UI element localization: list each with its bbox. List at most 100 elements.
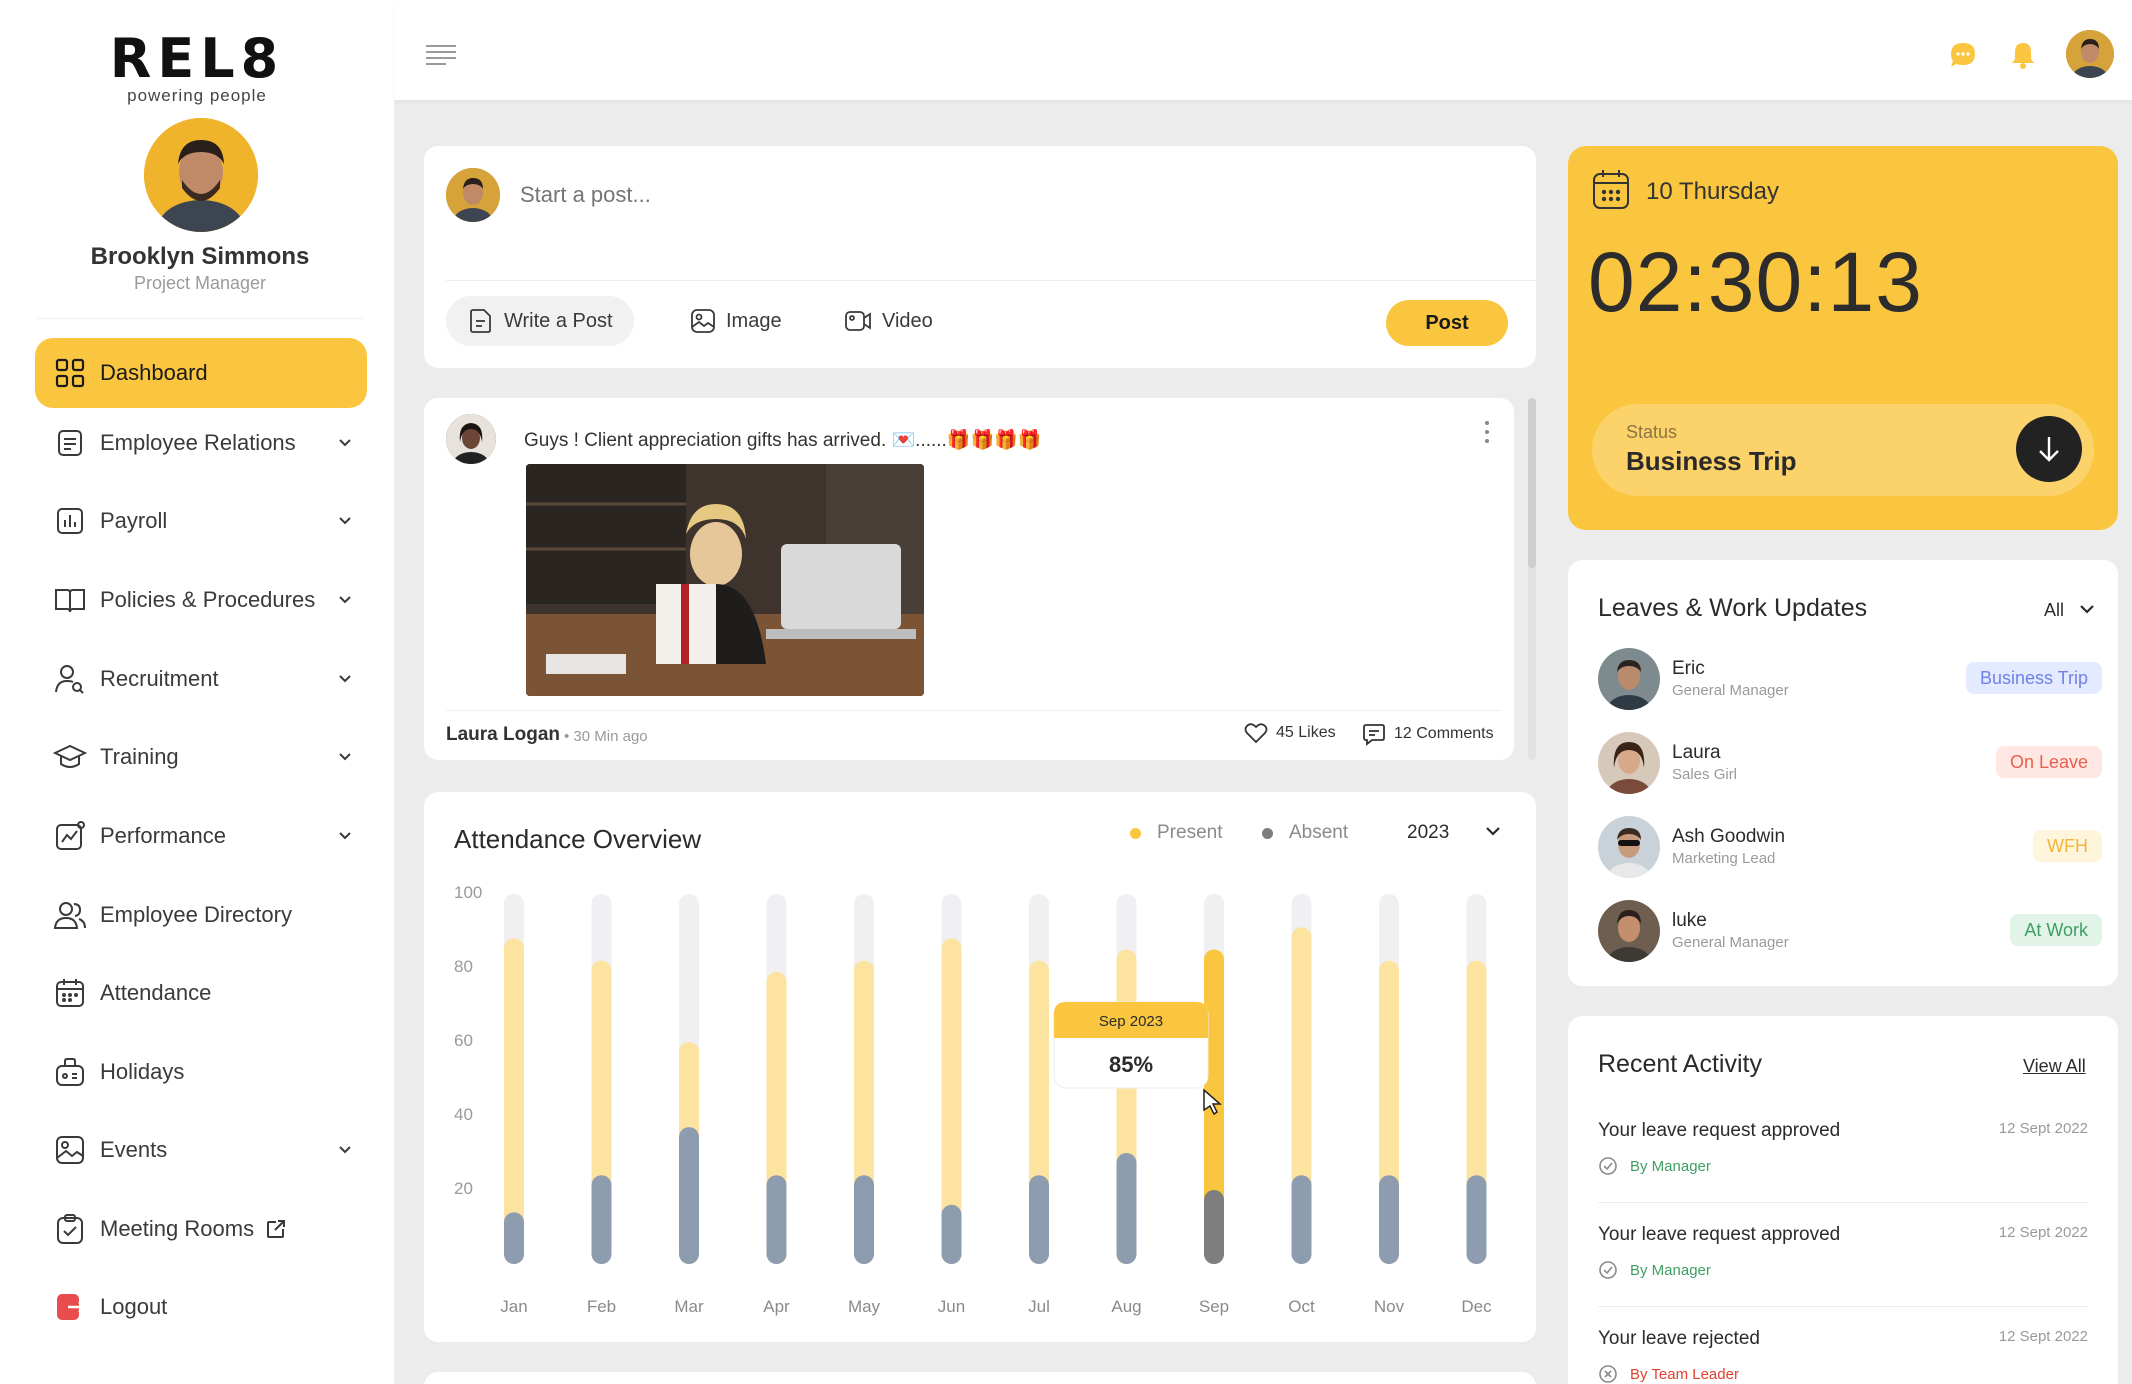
leave-row[interactable]: luke General Manager At Work bbox=[1598, 900, 2102, 964]
check-circle-icon bbox=[1599, 1261, 1617, 1279]
next-card bbox=[424, 1372, 1536, 1384]
avatar bbox=[1598, 732, 1660, 794]
comments-count: 12 Comments bbox=[1394, 725, 1494, 742]
sidebar: REL8 powering people Brooklyn Simmons Pr… bbox=[0, 0, 394, 1384]
book-icon bbox=[53, 583, 87, 617]
leave-row[interactable]: Eric General Manager Business Trip bbox=[1598, 648, 2102, 712]
chat-icon[interactable] bbox=[1948, 40, 1978, 70]
y-tick-label: 40 bbox=[454, 1105, 473, 1124]
employee-role: General Manager bbox=[1672, 934, 1789, 951]
leave-row[interactable]: Laura Sales Girl On Leave bbox=[1598, 732, 2102, 796]
activity-divider bbox=[1598, 1306, 2088, 1307]
post-image[interactable] bbox=[526, 464, 924, 696]
nav-item-holidays[interactable]: Holidays bbox=[35, 1037, 367, 1107]
nav-item-employee-relations[interactable]: Employee Relations bbox=[35, 408, 367, 478]
attendance-overview-card: Attendance Overview Present Absent 2023 … bbox=[424, 792, 1536, 1342]
luggage-icon bbox=[53, 1055, 87, 1089]
employee-role: General Manager bbox=[1672, 682, 1789, 699]
arrow-down-icon bbox=[2039, 437, 2059, 462]
chevron-down-icon bbox=[339, 753, 351, 761]
users-icon bbox=[53, 898, 87, 932]
nav-item-policies[interactable]: Policies & Procedures bbox=[35, 565, 367, 635]
profile-name: Brooklyn Simmons bbox=[90, 243, 310, 270]
clock-time: 02:30:13 bbox=[1588, 235, 1923, 329]
post-author-name[interactable]: Laura Logan bbox=[446, 724, 560, 746]
status-badge: At Work bbox=[2010, 914, 2102, 946]
composer-divider bbox=[446, 280, 1536, 281]
leaves-filter[interactable]: All bbox=[2044, 600, 2064, 621]
image-icon bbox=[53, 1133, 87, 1167]
brand-logo[interactable]: REL8 powering people bbox=[0, 30, 394, 106]
activity-item[interactable]: Your leave request approved 12 Sept 2022… bbox=[1598, 1120, 2088, 1210]
feed-scrollbar[interactable] bbox=[1528, 398, 1536, 760]
post-text: Guys ! Client appreciation gifts has arr… bbox=[524, 430, 1042, 451]
employee-role: Marketing Lead bbox=[1672, 850, 1776, 867]
avatar bbox=[1598, 816, 1660, 878]
nav-item-events[interactable]: Events bbox=[35, 1115, 367, 1185]
heart-icon bbox=[1244, 723, 1268, 744]
nav-item-logout[interactable]: Logout bbox=[35, 1272, 367, 1342]
post-button[interactable]: Post bbox=[1386, 300, 1508, 346]
write-post-button[interactable]: Write a Post bbox=[446, 296, 634, 346]
post-time-text: 30 Min ago bbox=[573, 728, 648, 745]
x-tick-label: Sep bbox=[1199, 1297, 1229, 1316]
bar-absent bbox=[1466, 1175, 1487, 1264]
employee-name: Laura bbox=[1672, 742, 1721, 763]
chart-tooltip: Sep 2023 85% bbox=[1053, 1001, 1222, 1116]
comments-button[interactable]: 12 Comments bbox=[1362, 722, 1494, 746]
x-tick-label: Jul bbox=[1028, 1297, 1050, 1316]
nav-label: Payroll bbox=[100, 508, 168, 533]
nav-item-recruitment[interactable]: Recruitment bbox=[35, 644, 367, 714]
menu-icon[interactable] bbox=[426, 44, 456, 66]
nav-item-performance[interactable]: Performance bbox=[35, 801, 367, 871]
bell-icon[interactable] bbox=[2008, 40, 2038, 70]
bar-absent bbox=[504, 1212, 524, 1264]
nav-item-employee-directory[interactable]: Employee Directory bbox=[35, 880, 367, 950]
more-options-icon[interactable] bbox=[1484, 420, 1490, 444]
nav-item-attendance[interactable]: Attendance bbox=[35, 958, 367, 1028]
nav-item-meeting-rooms[interactable]: Meeting Rooms bbox=[35, 1194, 367, 1264]
activity-item[interactable]: Your leave rejected 12 Sept 2022 By Team… bbox=[1598, 1328, 2088, 1384]
post-divider bbox=[446, 710, 1502, 711]
nav-label: Events bbox=[100, 1137, 168, 1162]
profile-avatar[interactable] bbox=[144, 118, 258, 232]
clipboard-check-icon bbox=[53, 1212, 87, 1246]
chevron-down-icon bbox=[339, 675, 351, 683]
bar-absent bbox=[854, 1175, 874, 1264]
nav-label: Performance bbox=[100, 823, 226, 848]
chevron-down-icon[interactable] bbox=[2078, 600, 2096, 618]
leave-row[interactable]: Ash Goodwin Marketing Lead WFH bbox=[1598, 816, 2102, 880]
bar-absent bbox=[1116, 1153, 1137, 1264]
nav-item-dashboard[interactable]: Dashboard bbox=[35, 338, 367, 408]
trend-chart-icon bbox=[53, 819, 87, 853]
nav-item-training[interactable]: Training bbox=[35, 722, 367, 792]
activity-item[interactable]: Your leave request approved 12 Sept 2022… bbox=[1598, 1224, 2088, 1314]
write-post-label: Write a Post bbox=[504, 309, 613, 332]
external-link-icon bbox=[267, 1220, 286, 1238]
activity-by: By Manager bbox=[1598, 1156, 1711, 1176]
image-button[interactable]: Image bbox=[690, 296, 782, 346]
likes-button[interactable]: 45 Likes bbox=[1244, 722, 1336, 744]
status-badge: Business Trip bbox=[1965, 662, 2102, 694]
status-value: Business Trip bbox=[1626, 446, 1797, 476]
status-dropdown-button[interactable] bbox=[2016, 416, 2082, 482]
sidebar-divider bbox=[36, 318, 364, 319]
post-input[interactable] bbox=[520, 182, 1420, 208]
activity-by-text: By Manager bbox=[1630, 1157, 1711, 1175]
activity-by-text: By Team Leader bbox=[1630, 1365, 1739, 1383]
top-bar bbox=[394, 0, 2132, 100]
dashboard-grid-icon bbox=[53, 356, 87, 390]
x-tick-label: Jun bbox=[938, 1297, 965, 1316]
image-label: Image bbox=[726, 309, 782, 332]
scrollbar-thumb[interactable] bbox=[1528, 398, 1536, 568]
post-author-avatar[interactable] bbox=[446, 414, 496, 464]
view-all-link[interactable]: View All bbox=[2023, 1056, 2086, 1077]
user-avatar[interactable] bbox=[2066, 30, 2114, 78]
activity-text: Your leave rejected bbox=[1598, 1328, 1760, 1349]
nav-label: Meeting Rooms bbox=[100, 1216, 255, 1241]
nav-label: Attendance bbox=[100, 980, 212, 1005]
tooltip-value: 85% bbox=[1109, 1052, 1153, 1077]
leaves-title: Leaves & Work Updates bbox=[1598, 594, 1868, 622]
nav-item-payroll[interactable]: Payroll bbox=[35, 486, 367, 556]
video-button[interactable]: Video bbox=[844, 296, 933, 346]
